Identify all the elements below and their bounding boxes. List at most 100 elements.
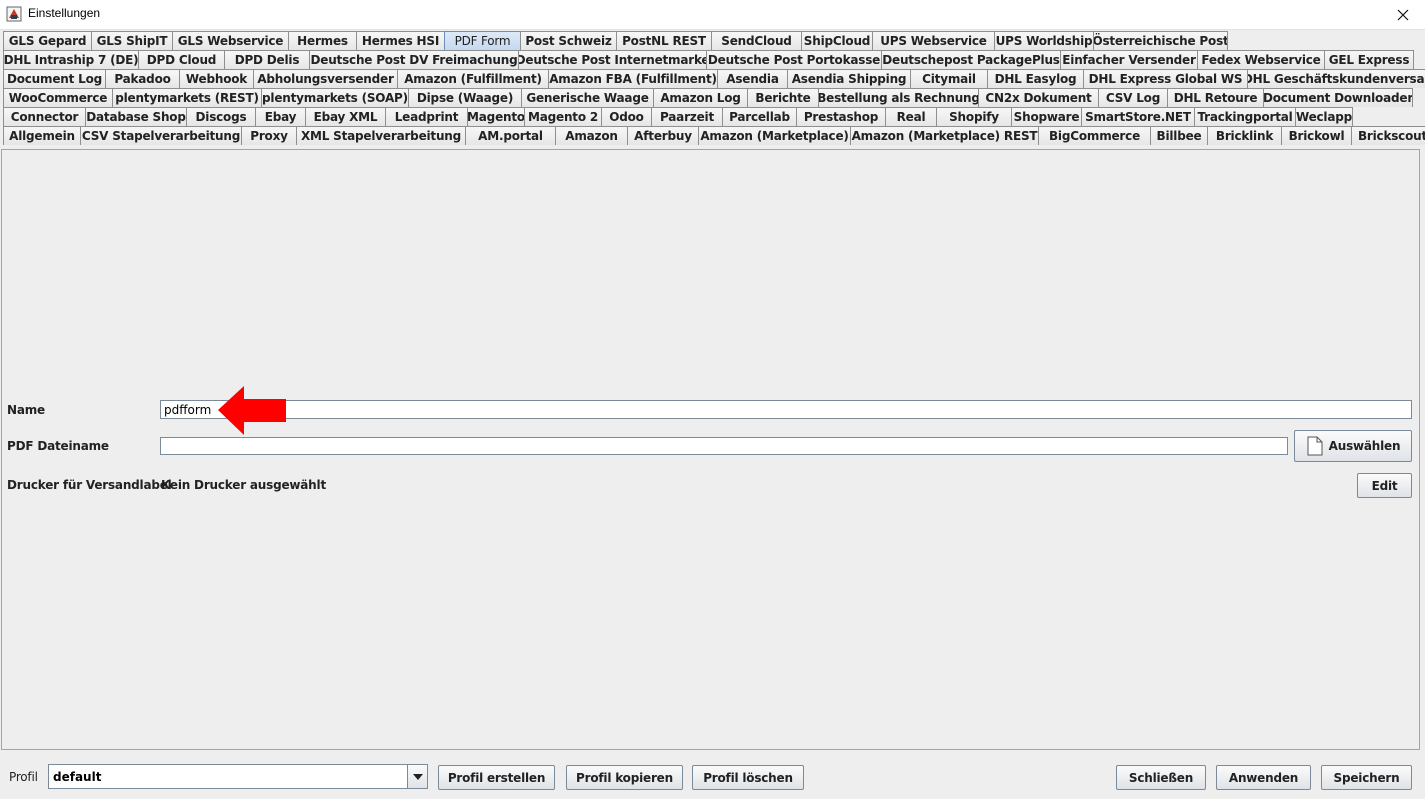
name-input[interactable] — [160, 400, 1412, 419]
tab-paarzeit[interactable]: Paarzeit — [651, 107, 723, 126]
tab-database-shop[interactable]: Database Shop — [85, 107, 187, 126]
profile-select[interactable]: default — [48, 764, 428, 789]
tab-dhl-retoure[interactable]: DHL Retoure — [1167, 88, 1264, 107]
window-title: Einstellungen — [28, 6, 101, 20]
edit-printer-button[interactable]: Edit — [1357, 473, 1412, 498]
tab-connector[interactable]: Connector — [3, 107, 86, 126]
delete-profile-button[interactable]: Profil löschen — [692, 765, 804, 790]
tab-amazon[interactable]: Amazon — [555, 126, 628, 145]
tab-amazon-marketplace-rest[interactable]: Amazon (Marketplace) REST — [850, 126, 1039, 145]
printer-value: Kein Drucker ausgewählt — [161, 478, 326, 492]
tab-woocommerce[interactable]: WooCommerce — [3, 88, 113, 107]
tab-billbee[interactable]: Billbee — [1150, 126, 1208, 145]
tab-generische-waage[interactable]: Generische Waage — [521, 88, 654, 107]
tab-parcellab[interactable]: Parcellab — [722, 107, 797, 126]
tab-berichte[interactable]: Berichte — [747, 88, 819, 107]
tab-weclapp[interactable]: Weclapp — [1295, 107, 1353, 126]
tab-deutsche-post-internetmarke[interactable]: Deutsche Post Internetmarke — [518, 50, 707, 69]
tab-amazon-marketplace[interactable]: Amazon (Marketplace) — [698, 126, 851, 145]
tab-dpd-cloud[interactable]: DPD Cloud — [138, 50, 225, 69]
tab-gls-gepard[interactable]: GLS Gepard — [3, 31, 92, 50]
tab-deutsche-post-portokasse[interactable]: Deutsche Post Portokasse — [706, 50, 882, 69]
select-file-label: Auswählen — [1328, 439, 1401, 453]
tab-document-log[interactable]: Document Log — [3, 69, 106, 88]
tab-bricklink[interactable]: Bricklink — [1207, 126, 1282, 145]
tab-hermes[interactable]: Hermes — [288, 31, 357, 50]
tab-dhl-express-global-ws[interactable]: DHL Express Global WS — [1083, 69, 1248, 88]
tab-dhl-geschäftskundenversand[interactable]: DHL Geschäftskundenversand — [1247, 69, 1425, 88]
tab-afterbuy[interactable]: Afterbuy — [627, 126, 699, 145]
tab-postnl-rest[interactable]: PostNL REST — [616, 31, 712, 50]
tab-dhl-easylog[interactable]: DHL Easylog — [987, 69, 1084, 88]
tab-allgemein[interactable]: Allgemein — [3, 126, 81, 145]
save-button[interactable]: Speichern — [1321, 765, 1412, 790]
tab-abholungsversender[interactable]: Abholungsversender — [253, 69, 398, 88]
tab-csv-stapelverarbeitung[interactable]: CSV Stapelverarbeitung — [80, 126, 242, 145]
tab-trackingportal[interactable]: Trackingportal — [1194, 107, 1296, 126]
close-button[interactable] — [1381, 0, 1425, 29]
tab-gls-shipit[interactable]: GLS ShipIT — [91, 31, 173, 50]
tab-proxy[interactable]: Proxy — [241, 126, 297, 145]
tab-deutsche-post-dv-freimachung[interactable]: Deutsche Post DV Freimachung — [309, 50, 519, 69]
tab-brickowl[interactable]: Brickowl — [1281, 126, 1352, 145]
tab-ebay-xml[interactable]: Ebay XML — [305, 107, 386, 126]
tab-magento-2[interactable]: Magento 2 — [524, 107, 602, 126]
tab-bestellung-als-rechnung[interactable]: Bestellung als Rechnung — [818, 88, 979, 107]
apply-button[interactable]: Anwenden — [1216, 765, 1311, 790]
tab-shipcloud[interactable]: ShipCloud — [801, 31, 873, 50]
tab-asendia-shipping[interactable]: Asendia Shipping — [787, 69, 911, 88]
tab-post-schweiz[interactable]: Post Schweiz — [520, 31, 617, 50]
tab-bigcommerce[interactable]: BigCommerce — [1038, 126, 1151, 145]
tab-smartstore-net[interactable]: SmartStore.NET — [1081, 107, 1195, 126]
tab-hermes-hsi[interactable]: Hermes HSI — [356, 31, 445, 50]
app-icon — [6, 6, 22, 22]
tab-shopware[interactable]: Shopware — [1011, 107, 1082, 126]
tab-real[interactable]: Real — [885, 107, 937, 126]
close-icon — [1397, 9, 1409, 20]
tab-fedex-webservice[interactable]: Fedex Webservice — [1197, 50, 1325, 69]
tab-pakadoo[interactable]: Pakadoo — [105, 69, 180, 88]
tab-shopify[interactable]: Shopify — [936, 107, 1012, 126]
profile-select-value: default — [53, 770, 102, 784]
select-file-button[interactable]: Auswählen — [1294, 430, 1412, 462]
tab-cn2x-dokument[interactable]: CN2x Dokument — [978, 88, 1099, 107]
close-dialog-button[interactable]: Schließen — [1116, 765, 1206, 790]
tab-am-portal[interactable]: AM.portal — [465, 126, 556, 145]
tab-einfacher-versender[interactable]: Einfacher Versender — [1060, 50, 1198, 69]
tab-plentymarkets-soap[interactable]: plentymarkets (SOAP) — [261, 88, 409, 107]
copy-profile-button[interactable]: Profil kopieren — [566, 765, 683, 790]
tab-asendia[interactable]: Asendia — [717, 69, 788, 88]
tab-brickscout[interactable]: Brickscout — [1351, 126, 1425, 145]
tab-pdf-form[interactable]: PDF Form — [444, 31, 521, 50]
tab-magento[interactable]: Magento — [467, 107, 525, 126]
tab-leadprint[interactable]: Leadprint — [385, 107, 468, 126]
tab-prestashop[interactable]: Prestashop — [796, 107, 886, 126]
tab-ups-worldship[interactable]: UPS Worldship — [994, 31, 1094, 50]
tab-discogs[interactable]: Discogs — [186, 107, 256, 126]
tab-webhook[interactable]: Webhook — [179, 69, 254, 88]
tab-document-downloader[interactable]: Document Downloader — [1263, 88, 1413, 107]
tab-amazon-fulfillment[interactable]: Amazon (Fulfillment) — [397, 69, 549, 88]
tab-amazon-fba-fulfillment[interactable]: Amazon FBA (Fulfillment) — [548, 69, 718, 88]
create-profile-button[interactable]: Profil erstellen — [438, 765, 555, 790]
tab-deutschepost-packageplus[interactable]: Deutschepost PackagePlus — [881, 50, 1061, 69]
tab-sendcloud[interactable]: SendCloud — [711, 31, 802, 50]
tab-csv-log[interactable]: CSV Log — [1098, 88, 1168, 107]
tab-citymail[interactable]: Citymail — [910, 69, 988, 88]
tab-row-3: Document Log Pakadoo Webhook Abholungsverse… — [3, 69, 1425, 88]
tab-österreichische-post[interactable]: Österreichische Post — [1093, 31, 1228, 50]
tab-ups-webservice[interactable]: UPS Webservice — [872, 31, 995, 50]
tab-dipse-waage[interactable]: Dipse (Waage) — [408, 88, 522, 107]
tab-amazon-log[interactable]: Amazon Log — [653, 88, 748, 107]
tab-odoo[interactable]: Odoo — [601, 107, 652, 126]
profile-label: Profil — [9, 770, 38, 784]
tab-plentymarkets-rest[interactable]: plentymarkets (REST) — [112, 88, 262, 107]
tab-gel-express[interactable]: GEL Express — [1324, 50, 1414, 69]
tab-gls-webservice[interactable]: GLS Webservice — [172, 31, 289, 50]
pdf-filename-input[interactable] — [160, 437, 1288, 455]
profile-dropdown-button[interactable] — [407, 765, 427, 788]
tab-xml-stapelverarbeitung[interactable]: XML Stapelverarbeitung — [296, 126, 466, 145]
tab-ebay[interactable]: Ebay — [255, 107, 306, 126]
tab-dhl-intraship-7-de[interactable]: DHL Intraship 7 (DE) — [3, 50, 139, 69]
tab-dpd-delis[interactable]: DPD Delis — [224, 50, 310, 69]
